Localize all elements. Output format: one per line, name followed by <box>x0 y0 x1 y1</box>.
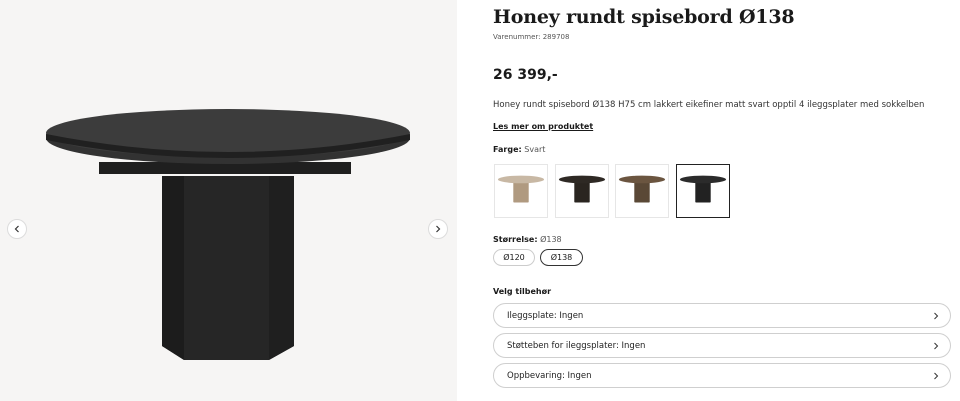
table-thumbnail <box>558 175 606 203</box>
chevron-right-icon <box>436 225 441 233</box>
product-title: Honey rundt spisebord Ø138 <box>493 6 795 28</box>
chevron-right-icon <box>934 312 939 319</box>
product-sku: Varenummer: 289708 <box>493 33 570 41</box>
gallery-prev-button[interactable] <box>7 219 27 239</box>
accessory-ileggsplate[interactable]: Ileggsplate: Ingen <box>493 303 951 328</box>
table-thumbnail <box>618 175 666 203</box>
accessory-label: Ileggsplate: Ingen <box>507 310 584 321</box>
size-label: Størrelse: Ø138 <box>493 235 562 244</box>
table-thumbnail <box>497 175 545 203</box>
color-swatch[interactable] <box>555 164 609 218</box>
color-label-key: Farge: <box>493 145 522 154</box>
color-swatch[interactable] <box>615 164 669 218</box>
product-description: Honey rundt spisebord Ø138 H75 cm lakker… <box>493 100 925 110</box>
accessory-label: Oppbevaring: Ingen <box>507 370 592 381</box>
chevron-right-icon <box>934 372 939 379</box>
size-label-key: Størrelse: <box>493 235 538 244</box>
accessories-title: Velg tilbehør <box>493 287 552 296</box>
read-more-link[interactable]: Les mer om produktet <box>493 122 593 131</box>
gallery-next-button[interactable] <box>428 219 448 239</box>
color-swatch[interactable] <box>676 164 730 218</box>
chevron-right-icon <box>934 342 939 349</box>
color-swatch[interactable] <box>494 164 548 218</box>
product-price: 26 399,- <box>493 67 558 83</box>
product-gallery <box>0 0 457 401</box>
chevron-left-icon <box>14 225 19 233</box>
accessory-oppbevaring[interactable]: Oppbevaring: Ingen <box>493 363 951 388</box>
size-label-value: Ø138 <box>540 235 562 244</box>
table-thumbnail <box>679 175 727 203</box>
color-label-value: Svart <box>524 145 546 154</box>
accessory-label: Støtteben for ileggsplater: Ingen <box>507 340 646 351</box>
size-option-120[interactable]: Ø120 <box>493 249 535 266</box>
accessory-stotteben[interactable]: Støtteben for ileggsplater: Ingen <box>493 333 951 358</box>
product-image <box>46 109 410 360</box>
color-label: Farge: Svart <box>493 145 545 154</box>
size-option-138[interactable]: Ø138 <box>540 249 583 266</box>
